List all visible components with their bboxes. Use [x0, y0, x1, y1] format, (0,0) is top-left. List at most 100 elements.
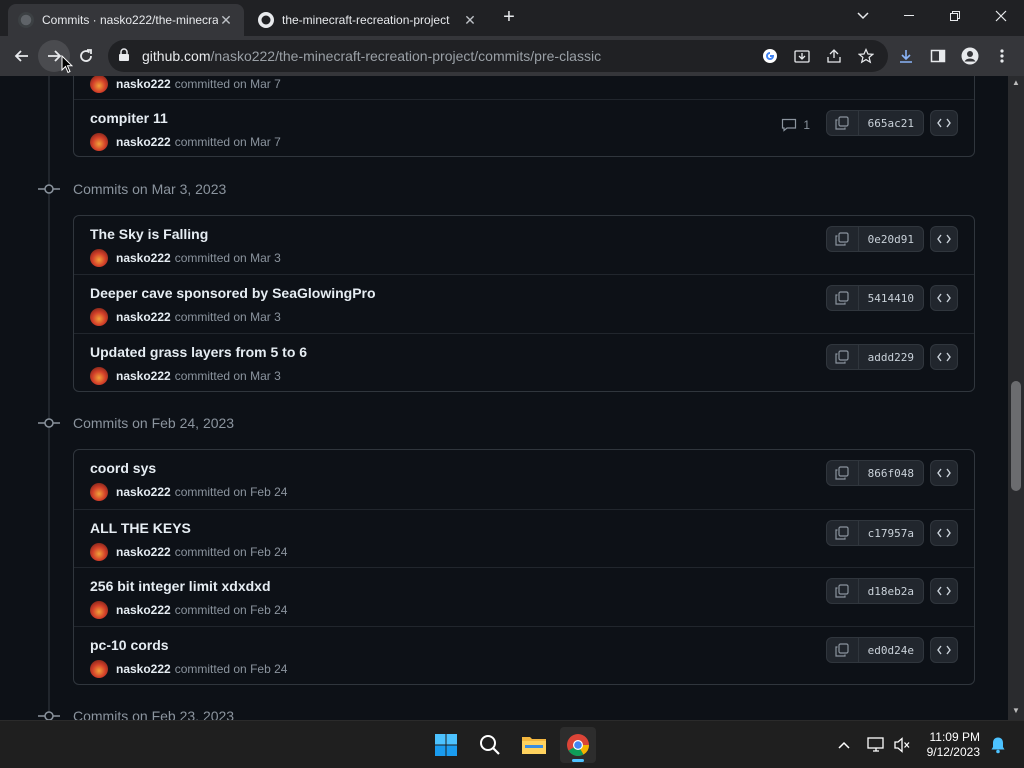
bookmark-star-icon[interactable] — [856, 46, 876, 66]
commit-message[interactable]: compiter 11 — [90, 110, 168, 126]
avatar[interactable] — [90, 133, 108, 151]
commit-date: committed on Feb 24 — [174, 485, 288, 499]
author-link[interactable]: nasko222 — [116, 310, 171, 324]
comments-link[interactable]: 1 — [781, 118, 810, 132]
commit-date: committed on Mar 7 — [174, 77, 281, 91]
page-scrollbar[interactable]: ▲ ▼ — [1008, 76, 1024, 720]
commit-message[interactable]: coord sys — [90, 460, 156, 476]
browse-repo-button[interactable] — [930, 520, 958, 546]
commit-meta: nasko222 committed on Mar 3 — [90, 249, 281, 267]
commit-row: 256 bit integer limit xdxdxd nasko222 co… — [74, 567, 974, 625]
avatar[interactable] — [90, 249, 108, 267]
install-icon[interactable] — [792, 46, 812, 66]
browse-repo-button[interactable] — [930, 578, 958, 604]
commit-sha[interactable]: c17957a — [859, 521, 923, 545]
author-link[interactable]: nasko222 — [116, 135, 171, 149]
copy-sha-button[interactable] — [827, 521, 859, 545]
avatar[interactable] — [90, 76, 108, 93]
commit-message[interactable]: ALL THE KEYS — [90, 520, 191, 536]
address-bar[interactable]: github.com/nasko222/the-minecraft-recrea… — [108, 40, 888, 72]
tab-project[interactable]: the-minecraft-recreation-project ✕ — [248, 4, 488, 36]
restore-icon — [950, 11, 960, 21]
browse-repo-button[interactable] — [930, 637, 958, 663]
avatar[interactable] — [90, 367, 108, 385]
scroll-thumb[interactable] — [1011, 381, 1021, 491]
back-button[interactable] — [6, 40, 38, 72]
file-explorer-button[interactable] — [516, 727, 552, 763]
avatar[interactable] — [90, 660, 108, 678]
tab-commits[interactable]: Commits · nasko222/the-minecraft ✕ — [8, 4, 244, 36]
avatar[interactable] — [90, 543, 108, 561]
copy-sha-button[interactable] — [827, 638, 859, 662]
close-icon[interactable]: ✕ — [218, 12, 234, 28]
lock-icon[interactable] — [118, 48, 130, 67]
browse-repo-button[interactable] — [930, 110, 958, 136]
side-panel-button[interactable] — [922, 40, 954, 72]
commit-sha[interactable]: addd229 — [859, 345, 923, 369]
avatar[interactable] — [90, 601, 108, 619]
avatar[interactable] — [90, 483, 108, 501]
copy-icon — [835, 526, 849, 540]
show-hidden-icons-button[interactable] — [830, 727, 858, 763]
chrome-taskbar-button[interactable] — [560, 727, 596, 763]
browse-repo-button[interactable] — [930, 344, 958, 370]
new-tab-button[interactable]: + — [498, 6, 520, 28]
author-link[interactable]: nasko222 — [116, 603, 171, 617]
more-vert-icon — [1000, 49, 1004, 63]
commit-message[interactable]: pc-10 cords — [90, 637, 169, 653]
commit-sha[interactable]: 0e20d91 — [859, 227, 923, 251]
profile-button[interactable] — [954, 40, 986, 72]
copy-sha-button[interactable] — [827, 461, 859, 485]
commit-sha[interactable]: ed0d24e — [859, 638, 923, 662]
avatar[interactable] — [90, 308, 108, 326]
search-button[interactable] — [472, 727, 508, 763]
commit-message[interactable]: The Sky is Falling — [90, 226, 208, 242]
commit-message[interactable]: Deeper cave sponsored by SeaGlowingPro — [90, 285, 376, 301]
downloads-button[interactable] — [890, 40, 922, 72]
commit-sha[interactable]: 866f048 — [859, 461, 923, 485]
copy-sha-button[interactable] — [827, 227, 859, 251]
close-icon[interactable]: ✕ — [462, 12, 478, 28]
browse-repo-button[interactable] — [930, 285, 958, 311]
notifications-button[interactable] — [984, 727, 1012, 763]
restore-button[interactable] — [932, 0, 978, 32]
google-icon[interactable] — [760, 46, 780, 66]
copy-sha-button[interactable] — [827, 111, 859, 135]
tab-search-button[interactable] — [840, 0, 886, 32]
start-button[interactable] — [428, 727, 464, 763]
browse-repo-button[interactable] — [930, 226, 958, 252]
commit-message[interactable]: 256 bit integer limit xdxdxd — [90, 578, 271, 594]
copy-sha-button[interactable] — [827, 579, 859, 603]
scroll-down-arrow[interactable]: ▼ — [1008, 704, 1024, 718]
system-clock[interactable]: 11:09 PM 9/12/2023 — [927, 730, 980, 760]
commit-sha[interactable]: 665ac21 — [859, 111, 923, 135]
copy-sha-button[interactable] — [827, 286, 859, 310]
scroll-up-arrow[interactable]: ▲ — [1008, 76, 1024, 90]
commit-message[interactable]: Updated grass layers from 5 to 6 — [90, 344, 307, 360]
commit-sha[interactable]: d18eb2a — [859, 579, 923, 603]
timeline-line — [48, 76, 50, 720]
reload-button[interactable] — [70, 40, 102, 72]
author-link[interactable]: nasko222 — [116, 77, 171, 91]
network-button[interactable] — [862, 727, 890, 763]
commit-row: Updated grass layers from 5 to 6 nasko22… — [74, 333, 974, 391]
minimize-icon — [904, 15, 914, 16]
copy-icon — [835, 232, 849, 246]
author-link[interactable]: nasko222 — [116, 662, 171, 676]
author-link[interactable]: nasko222 — [116, 545, 171, 559]
share-icon[interactable] — [824, 46, 844, 66]
menu-button[interactable] — [986, 40, 1018, 72]
volume-button[interactable] — [888, 727, 916, 763]
code-icon — [937, 293, 951, 303]
author-link[interactable]: nasko222 — [116, 369, 171, 383]
commit-date: committed on Mar 3 — [174, 369, 281, 383]
commit-sha[interactable]: 5414410 — [859, 286, 923, 310]
copy-sha-button[interactable] — [827, 345, 859, 369]
commit-meta: nasko222 committed on Feb 24 — [90, 543, 287, 561]
window-close-button[interactable] — [978, 0, 1024, 32]
comment-count: 1 — [803, 118, 810, 132]
minimize-button[interactable] — [886, 0, 932, 32]
author-link[interactable]: nasko222 — [116, 485, 171, 499]
browse-repo-button[interactable] — [930, 460, 958, 486]
author-link[interactable]: nasko222 — [116, 251, 171, 265]
